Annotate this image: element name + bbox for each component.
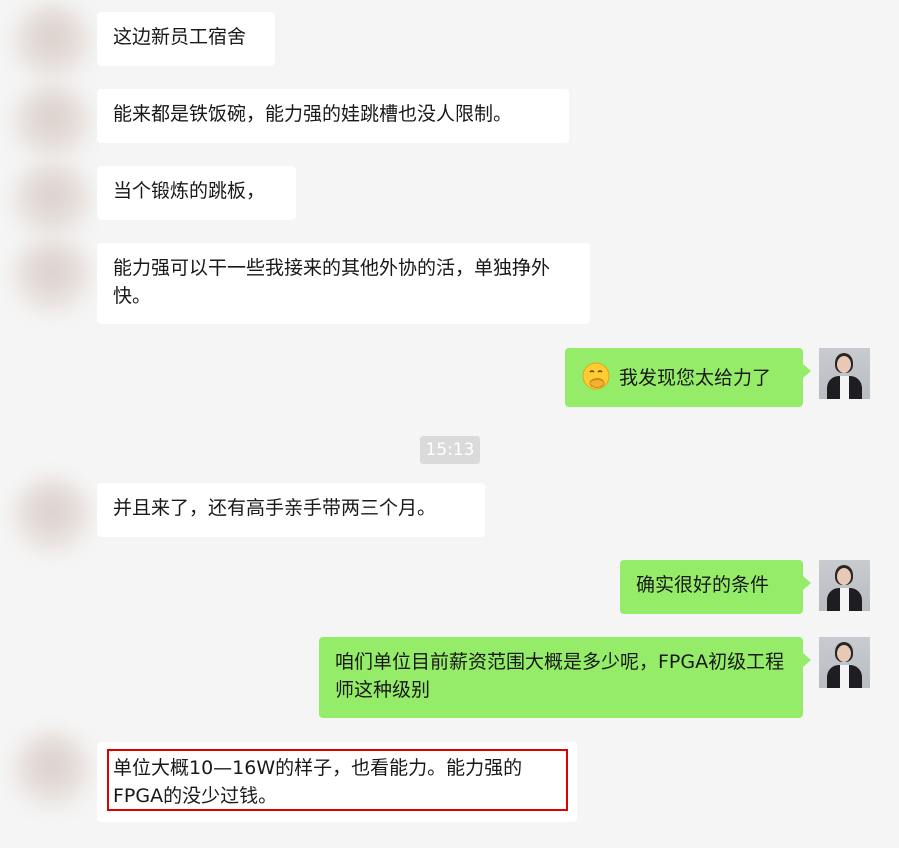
message-timestamp: 15:13 — [420, 436, 480, 464]
message-text: 确实很好的条件 — [636, 574, 770, 596]
contact-avatar-blurred — [12, 476, 92, 556]
message-incoming[interactable]: 单位大概10—16W的样子，也看能力。能力强的FPGA的没少过钱。 — [97, 742, 577, 822]
user-avatar[interactable] — [819, 560, 870, 611]
message-incoming[interactable]: 能来都是铁饭碗，能力强的娃跳槽也没人限制。 — [97, 89, 569, 143]
contact-avatar-blurred — [12, 82, 92, 162]
thinking-emoji-icon — [581, 362, 619, 390]
contact-avatar-blurred — [12, 160, 92, 240]
message-text: 我发现您太给力了 — [619, 367, 772, 389]
message-text: 单位大概10—16W的样子，也看能力。能力强的FPGA的没少过钱。 — [113, 757, 523, 807]
contact-avatar-blurred — [12, 236, 92, 316]
message-outgoing[interactable]: 我发现您太给力了 — [565, 348, 811, 407]
user-avatar[interactable] — [819, 348, 870, 399]
chat-window: 这边新员工宿舍 能来都是铁饭碗，能力强的娃跳槽也没人限制。 当个锻炼的跳板， 能… — [0, 0, 899, 848]
message-text: 能来都是铁饭碗，能力强的娃跳槽也没人限制。 — [113, 103, 513, 125]
contact-avatar-blurred[interactable] — [12, 2, 92, 82]
message-text: 并且来了，还有高手亲手带两三个月。 — [113, 497, 437, 519]
message-incoming[interactable]: 能力强可以干一些我接来的其他外协的活，单独挣外快。 — [97, 243, 590, 324]
message-text: 当个锻炼的跳板， — [113, 180, 266, 202]
message-outgoing[interactable]: 咱们单位目前薪资范围大概是多少呢，FPGA初级工程师这种级别 — [319, 637, 811, 718]
message-text: 咱们单位目前薪资范围大概是多少呢，FPGA初级工程师这种级别 — [335, 651, 785, 701]
message-text: 这边新员工宿舍 — [113, 26, 247, 48]
message-text: 能力强可以干一些我接来的其他外协的活，单独挣外快。 — [113, 257, 551, 307]
contact-avatar-blurred — [12, 730, 92, 810]
user-avatar[interactable] — [819, 637, 870, 688]
message-incoming[interactable]: 并且来了，还有高手亲手带两三个月。 — [97, 483, 485, 537]
message-incoming[interactable]: 当个锻炼的跳板， — [97, 166, 296, 220]
message-outgoing[interactable]: 确实很好的条件 — [620, 560, 811, 614]
message-incoming[interactable]: 这边新员工宿舍 — [97, 12, 275, 66]
